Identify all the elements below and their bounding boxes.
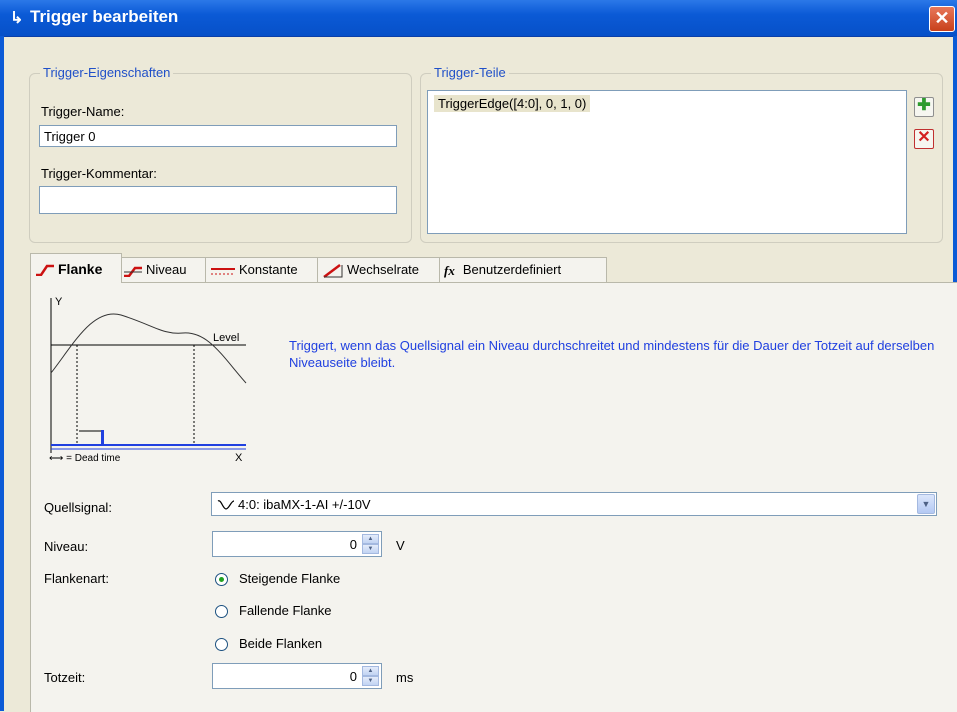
window-border-left bbox=[0, 36, 4, 711]
list-item[interactable]: TriggerEdge([4:0], 0, 1, 0) bbox=[434, 95, 591, 112]
source-signal-label: Quellsignal: bbox=[44, 500, 112, 515]
level-spinner[interactable]: 0 ▲ ▼ bbox=[212, 531, 382, 557]
spin-up-icon[interactable]: ▲ bbox=[362, 534, 379, 544]
delete-part-button[interactable]: ✕ bbox=[914, 129, 934, 149]
rate-of-change-icon bbox=[323, 263, 343, 278]
radio-label: Fallende Flanke bbox=[239, 603, 332, 618]
spin-up-icon[interactable]: ▲ bbox=[362, 666, 379, 676]
radio-label: Beide Flanken bbox=[239, 636, 323, 651]
tab-label: Niveau bbox=[146, 262, 187, 277]
tab-description: Triggert, wenn das Quellsignal ein Nivea… bbox=[289, 338, 935, 370]
dead-time-spinner[interactable]: 0 ▲ ▼ bbox=[212, 663, 382, 689]
tab-label: Benutzerdefiniert bbox=[462, 262, 562, 277]
plus-icon: ✚ bbox=[917, 97, 931, 114]
trigger-name-label: Trigger-Name: bbox=[41, 104, 125, 119]
trigger-parts-list[interactable]: TriggerEdge([4:0], 0, 1, 0) bbox=[427, 90, 907, 234]
trigger-comment-label: Trigger-Kommentar: bbox=[41, 166, 157, 181]
edge-icon bbox=[36, 265, 54, 277]
title-bar: ↳ Trigger bearbeiten ✕ bbox=[0, 0, 957, 37]
edge-trigger-diagram: Y Level ⟷ = Dead time X bbox=[49, 296, 247, 464]
spin-down-icon[interactable]: ▼ bbox=[362, 544, 379, 554]
window-title: Trigger bearbeiten bbox=[30, 7, 179, 26]
radio-button[interactable] bbox=[215, 573, 228, 586]
spinner-buttons: ▲ ▼ bbox=[362, 534, 379, 554]
radio-button[interactable] bbox=[215, 638, 228, 651]
dead-time-label: Totzeit: bbox=[44, 670, 86, 685]
diagram-y-label: Y bbox=[55, 296, 63, 308]
tab-konstante[interactable]: Konstante bbox=[205, 257, 321, 282]
level-value: 0 bbox=[349, 537, 357, 552]
trigger-icon: ↳ bbox=[10, 10, 24, 27]
close-button[interactable]: ✕ bbox=[929, 6, 955, 32]
group-legend: Trigger-Eigenschaften bbox=[40, 65, 174, 80]
tab-label: Wechselrate bbox=[347, 262, 420, 277]
trigger-comment-input[interactable] bbox=[39, 186, 397, 214]
tab-niveau[interactable]: Niveau bbox=[118, 257, 208, 282]
source-signal-value: 4:0: ibaMX-1-AI +/-10V bbox=[238, 497, 371, 512]
level-label: Niveau: bbox=[44, 539, 89, 554]
edge-type-label: Flankenart: bbox=[44, 571, 110, 586]
chevron-down-icon[interactable]: ▼ bbox=[917, 494, 935, 514]
function-icon: fx bbox=[444, 262, 455, 278]
source-signal-select[interactable]: 4:0: ibaMX-1-AI +/-10V ▼ bbox=[211, 492, 937, 516]
tab-benutzerdefiniert[interactable]: fx Benutzerdefiniert bbox=[439, 257, 607, 282]
level-icon bbox=[124, 266, 142, 277]
diagram-x-label: X bbox=[235, 452, 243, 464]
diagram-level-label: Level bbox=[213, 332, 239, 344]
trigger-properties-group: Trigger-Eigenschaften bbox=[29, 65, 412, 243]
radio-label: Steigende Flanke bbox=[239, 571, 341, 586]
delete-icon: ✕ bbox=[917, 129, 931, 146]
dead-time-value: 0 bbox=[349, 669, 357, 684]
constant-icon bbox=[211, 267, 235, 275]
tab-label: Flanke bbox=[58, 261, 103, 277]
spin-down-icon[interactable]: ▼ bbox=[362, 676, 379, 686]
tab-flanke[interactable]: Flanke bbox=[30, 253, 122, 283]
group-legend: Trigger-Teile bbox=[431, 65, 509, 80]
dead-time-unit: ms bbox=[396, 670, 414, 685]
analog-signal-icon bbox=[217, 500, 235, 510]
level-unit: V bbox=[396, 538, 405, 553]
radio-button[interactable] bbox=[215, 605, 228, 618]
diagram-dead-time-legend: ⟷ = Dead time bbox=[49, 453, 121, 464]
spinner-buttons: ▲ ▼ bbox=[362, 666, 379, 686]
tab-wechselrate[interactable]: Wechselrate bbox=[317, 257, 442, 282]
trigger-name-input[interactable] bbox=[39, 125, 397, 147]
add-part-button[interactable]: ✚ bbox=[914, 97, 934, 117]
tab-label: Konstante bbox=[239, 262, 298, 277]
